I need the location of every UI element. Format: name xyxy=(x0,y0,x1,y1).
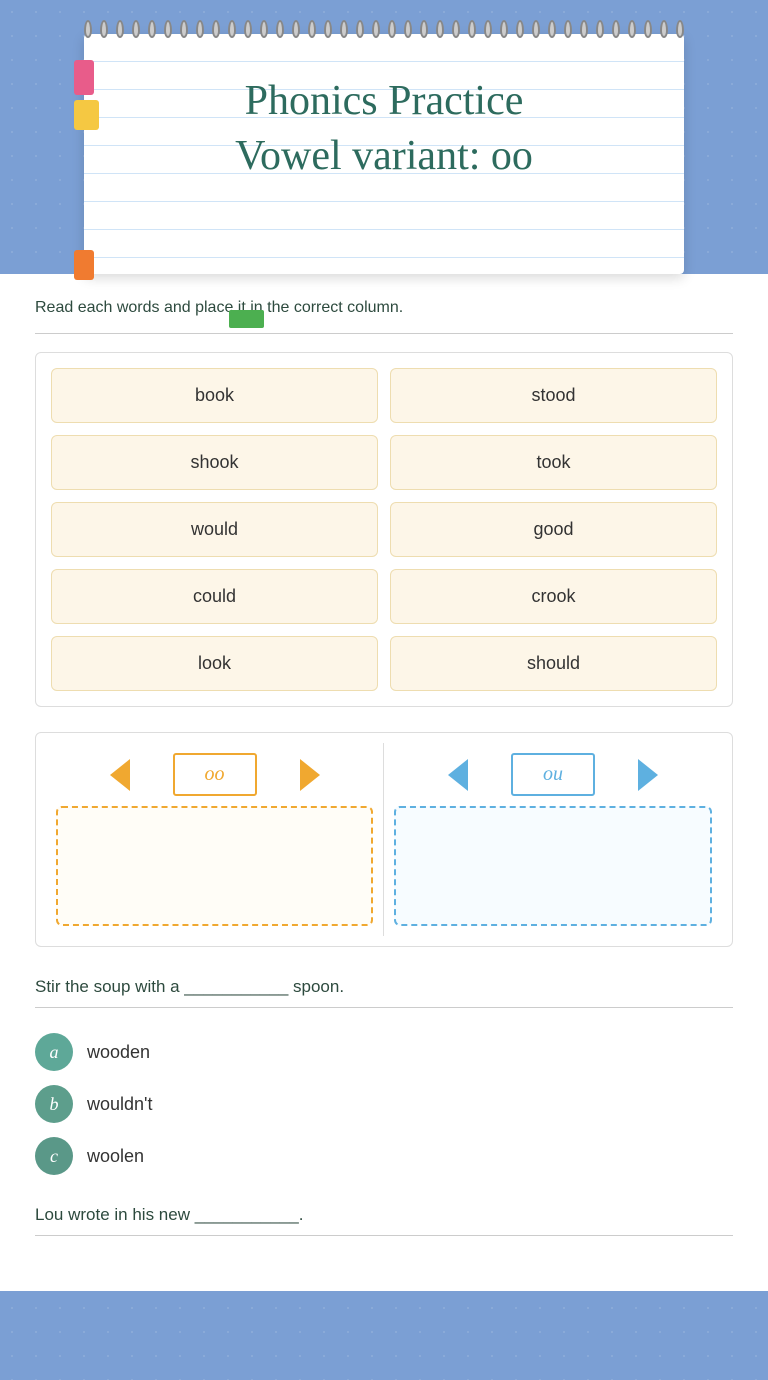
word-card-stood[interactable]: stood xyxy=(390,368,717,423)
drop-zone-oo[interactable] xyxy=(56,806,373,926)
banner-oo: oo xyxy=(56,753,373,796)
choice-a-text: wooden xyxy=(87,1042,150,1063)
banner-ou: ou xyxy=(394,753,712,796)
instruction-text: Read each words and place it in the corr… xyxy=(35,299,733,317)
banner-ou-wings: ou xyxy=(463,753,643,796)
word-card-good[interactable]: good xyxy=(390,502,717,557)
divider-1 xyxy=(35,333,733,334)
sentence-divider-1 xyxy=(35,1007,733,1008)
sorting-section: oo ou xyxy=(35,732,733,947)
sentence-section-2: Lou wrote in his new ___________. xyxy=(35,1205,733,1236)
tab-orange xyxy=(74,250,94,280)
word-card-crook[interactable]: crook xyxy=(390,569,717,624)
choice-a[interactable]: a wooden xyxy=(35,1033,733,1071)
tab-pink xyxy=(74,60,94,95)
word-card-could[interactable]: could xyxy=(51,569,378,624)
sentence-section-1: Stir the soup with a ___________ spoon. xyxy=(35,977,733,1008)
word-card-book[interactable]: book xyxy=(51,368,378,423)
wing-left-oo-icon xyxy=(110,759,130,791)
choice-c-text: woolen xyxy=(87,1146,144,1167)
drop-zone-ou[interactable] xyxy=(394,806,712,926)
sentence-2: Lou wrote in his new ___________. xyxy=(35,1205,733,1225)
wing-left-ou-icon xyxy=(448,759,468,791)
wing-right-ou-icon xyxy=(638,759,658,791)
word-card-shook[interactable]: shook xyxy=(51,435,378,490)
sentence-1: Stir the soup with a ___________ spoon. xyxy=(35,977,733,997)
choices-list: a wooden b wouldn't c woolen xyxy=(35,1033,733,1175)
choice-b[interactable]: b wouldn't xyxy=(35,1085,733,1123)
wing-right-oo-icon xyxy=(300,759,320,791)
main-content: Read each words and place it in the corr… xyxy=(0,274,768,1291)
notebook-paper: Phonics Practice Vowel variant: oo xyxy=(84,34,684,274)
choice-c[interactable]: c woolen xyxy=(35,1137,733,1175)
page-title: Phonics Practice Vowel variant: oo xyxy=(124,64,644,183)
banner-oo-wings: oo xyxy=(125,753,305,796)
word-grid: book stood shook took would good could c… xyxy=(35,352,733,707)
tab-yellow xyxy=(74,100,99,130)
word-card-look[interactable]: look xyxy=(51,636,378,691)
sort-column-oo: oo xyxy=(46,743,384,936)
sentence-divider-2 xyxy=(35,1235,733,1236)
word-card-should[interactable]: should xyxy=(390,636,717,691)
tab-green xyxy=(229,310,264,328)
choice-b-text: wouldn't xyxy=(87,1094,152,1115)
badge-c: c xyxy=(35,1137,73,1175)
banner-label-oo: oo xyxy=(173,753,257,796)
sort-column-ou: ou xyxy=(384,743,722,936)
banner-label-ou: ou xyxy=(511,753,595,796)
badge-b: b xyxy=(35,1085,73,1123)
badge-a: a xyxy=(35,1033,73,1071)
spiral-rings xyxy=(84,20,684,38)
word-card-took[interactable]: took xyxy=(390,435,717,490)
word-card-would[interactable]: would xyxy=(51,502,378,557)
